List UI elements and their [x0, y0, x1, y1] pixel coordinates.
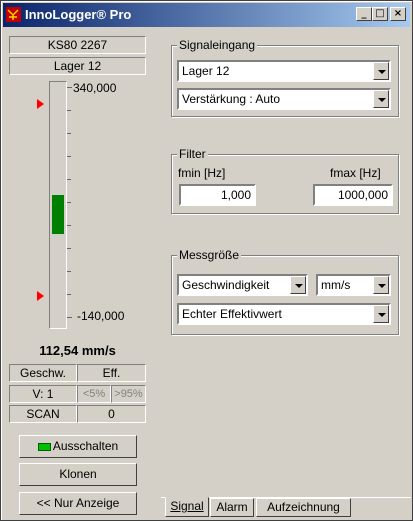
title-bar[interactable]: InnoLogger® Pro _ □ × [3, 3, 410, 27]
gain-select[interactable]: Verstärkung : Auto [177, 88, 391, 110]
clone-button[interactable]: Klonen [19, 463, 137, 486]
scale-tick [67, 110, 71, 111]
tab-signal[interactable]: Signal [165, 497, 209, 517]
input-select-value: Lager 12 [182, 64, 230, 78]
app-window: InnoLogger® Pro _ □ × KS80 2267 Lager 12… [0, 0, 413, 521]
input-select[interactable]: Lager 12 [177, 60, 391, 82]
scan-value: 0 [77, 405, 146, 423]
scale-tick [67, 271, 71, 272]
method-select[interactable]: Echter Effektivwert [177, 303, 391, 325]
close-button[interactable]: × [390, 7, 406, 21]
mode-label: Geschw. [9, 364, 77, 382]
scale-tick [67, 156, 71, 157]
filter-title: Filter [177, 147, 208, 161]
window-title: InnoLogger® Pro [25, 7, 132, 22]
scale-tick [67, 225, 71, 226]
measure-title: Messgröße [177, 248, 242, 262]
scale-max-label: 340,000 [73, 81, 117, 95]
tab-alarm[interactable]: Alarm [210, 498, 254, 517]
dropdown-arrow-icon[interactable] [373, 305, 389, 323]
scale-tick [67, 133, 71, 134]
fmax-label: fmax [Hz] [330, 166, 381, 180]
fmin-input[interactable]: 1,000 [179, 184, 256, 206]
lower-limit-marker-icon [37, 291, 44, 301]
location-display: Lager 12 [9, 57, 146, 75]
dropdown-arrow-icon[interactable] [373, 90, 389, 108]
tab-signal-label: Signal [170, 499, 204, 513]
scan-label: SCAN [9, 405, 77, 423]
quantity-select[interactable]: Geschwindigkeit [177, 274, 308, 296]
maximize-button[interactable]: □ [372, 7, 388, 21]
fmax-input[interactable]: 1000,000 [313, 184, 393, 206]
mode-type: Eff. [77, 364, 146, 382]
scale-tick [67, 294, 71, 295]
switch-off-button[interactable]: Ausschalten [19, 435, 137, 458]
scale-tick [67, 202, 71, 203]
quantity-select-value: Geschwindigkeit [182, 278, 270, 292]
gauge-level-bar [52, 194, 64, 234]
dropdown-arrow-icon[interactable] [290, 276, 306, 294]
app-logo-icon [6, 7, 21, 22]
display-only-button[interactable]: << Nur Anzeige [19, 492, 137, 515]
dropdown-arrow-icon[interactable] [373, 276, 389, 294]
unit-select-value: mm/s [321, 278, 351, 292]
gain-select-value: Verstärkung : Auto [182, 92, 281, 106]
scale-tick [67, 317, 72, 318]
channel-label: V: 1 [9, 385, 77, 403]
dropdown-arrow-icon[interactable] [373, 62, 389, 80]
signal-input-title: Signaleingang [177, 38, 258, 52]
fmin-label: fmin [Hz] [178, 166, 226, 180]
minimize-button[interactable]: _ [356, 7, 372, 21]
scale-tick [67, 248, 71, 249]
upper-limit-marker-icon [37, 99, 44, 109]
reading-value: 112,54 mm/s [39, 343, 116, 358]
overrange-indicator: >95% [111, 385, 146, 403]
tab-recording[interactable]: Aufzeichnung [256, 498, 351, 517]
scale-tick [67, 179, 71, 180]
underrange-indicator: <5% [77, 385, 111, 403]
switch-off-label: Ausschalten [52, 439, 119, 453]
led-icon [37, 442, 51, 451]
scale-min-label: -140,000 [77, 309, 125, 323]
sensor-name-display: KS80 2267 [9, 36, 146, 54]
scale-tick [67, 87, 72, 88]
method-select-value: Echter Effektivwert [182, 307, 282, 321]
unit-select[interactable]: mm/s [316, 274, 391, 296]
